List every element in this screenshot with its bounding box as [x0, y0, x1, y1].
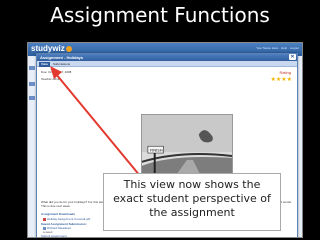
logo-icon [65, 45, 72, 52]
header-links[interactable]: Your Name Here · Help · Logout [256, 46, 299, 50]
modal-tabs: View Submissions [37, 61, 297, 67]
tab-submissions[interactable]: Submissions [51, 62, 72, 67]
submit-assignment-link[interactable]: Submit Assignment [41, 234, 67, 237]
rating-label: Rating [279, 70, 291, 75]
callout-line-2: exact student perspective of [113, 192, 271, 205]
slide-title: Assignment Functions [50, 3, 270, 27]
sidebar-item-icon[interactable] [29, 66, 35, 70]
logo-text: studywiz [31, 44, 65, 53]
callout-box: This view now shows the exact student pe… [103, 173, 281, 231]
app-logo[interactable]: studywiz [31, 44, 72, 53]
due-date: Due: October 17, 2008 [41, 70, 72, 74]
teacher-name: Teacher Admin [41, 77, 61, 81]
tab-view[interactable]: View [39, 62, 50, 67]
callout-line-3: the assignment [149, 206, 235, 219]
modal-title-bar: Assignment - Holidays ✕ [37, 54, 297, 61]
rating-stars[interactable]: ★★★★ [270, 76, 292, 83]
close-icon: ✕ [290, 54, 295, 60]
sidebar-item-icon[interactable] [29, 82, 35, 86]
pdf-icon [43, 217, 46, 221]
downloads-heading: Assignment Downloads [41, 212, 76, 216]
download-file-link[interactable]: Holiday Assignment Coverall.pdf [43, 217, 90, 221]
download-file-name: Holiday Assignment Coverall.pdf [47, 217, 91, 221]
modal-title: Assignment - Holidays [40, 55, 84, 60]
photo-sign-text: FINISH [150, 148, 163, 153]
sidebar-item-icon[interactable] [29, 96, 35, 100]
close-button[interactable]: ✕ [289, 54, 296, 60]
callout-line-1: This view now shows the [123, 178, 261, 191]
